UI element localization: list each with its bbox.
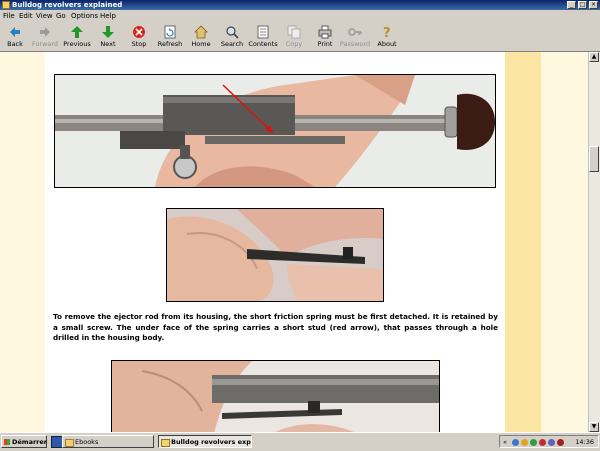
key-icon [348,25,362,39]
body-paragraph: To remove the ejector rod from its housi… [53,312,498,342]
menu-edit[interactable]: Edit [19,12,33,20]
shield-icon[interactable] [557,439,564,446]
app-icon [2,1,10,9]
maximize-button[interactable]: □ [578,1,587,9]
scroll-up-button[interactable]: ▲ [589,52,599,62]
home-icon [194,25,208,39]
taskbar-item-ebooks[interactable]: Ebooks [62,435,154,448]
search-icon [225,25,239,39]
tray-expand-button[interactable]: « [503,436,507,448]
close-button[interactable]: × [589,1,598,9]
about-button[interactable]: ? About [369,25,405,48]
contents-icon [256,25,270,39]
windows-logo-icon [4,439,10,445]
antivirus-icon[interactable] [539,439,546,446]
ejector-housing-photo [111,360,440,432]
forward-arrow-icon [38,25,52,39]
stop-icon [132,25,146,39]
svg-text:?: ? [383,26,391,39]
messenger-icon[interactable] [548,439,555,446]
document-view [0,52,589,432]
ebook-icon [161,439,170,447]
taskbar-item-bulldog[interactable]: Bulldog revolvers exp... [158,435,252,448]
menu-file[interactable]: File [3,12,15,20]
ejector-rod-photo [54,74,496,188]
vertical-scrollbar[interactable]: ▲ ▼ [588,52,600,432]
scroll-down-button[interactable]: ▼ [589,422,599,432]
refresh-icon [163,25,177,39]
forward-button[interactable]: Forward [27,25,63,48]
menu-options[interactable]: Options [71,12,98,20]
network-icon[interactable] [512,439,519,446]
printer-icon [318,25,332,39]
menu-view[interactable]: View [36,12,53,20]
taskbar: Démarrer Ebooks Bulldog revolvers exp...… [0,432,600,451]
title-bar: Bulldog revolvers explained _ □ × [0,0,600,10]
friction-spring-photo [166,208,384,302]
scroll-thumb[interactable] [589,146,599,172]
menu-help[interactable]: Help [100,12,116,20]
up-arrow-icon [70,25,84,39]
start-button[interactable]: Démarrer [1,435,47,448]
update-icon[interactable] [521,439,528,446]
toolbar: Back Forward Previous Next Stop Refresh … [0,23,600,52]
folder-icon [65,439,74,447]
password-button[interactable]: Password [337,25,373,48]
minimize-button[interactable]: _ [567,1,576,9]
security-icon[interactable] [530,439,537,446]
clock[interactable]: 14:36 [575,436,594,448]
decorative-side-band [505,52,541,432]
down-arrow-icon [101,25,115,39]
copy-icon [287,25,301,39]
menu-go[interactable]: Go [56,12,66,20]
menu-bar: File Edit View Go Options Help [0,10,600,22]
back-arrow-icon [8,25,22,39]
window-title: Bulldog revolvers explained [12,1,123,9]
system-tray: « 14:36 [499,435,599,448]
question-icon: ? [380,25,394,41]
